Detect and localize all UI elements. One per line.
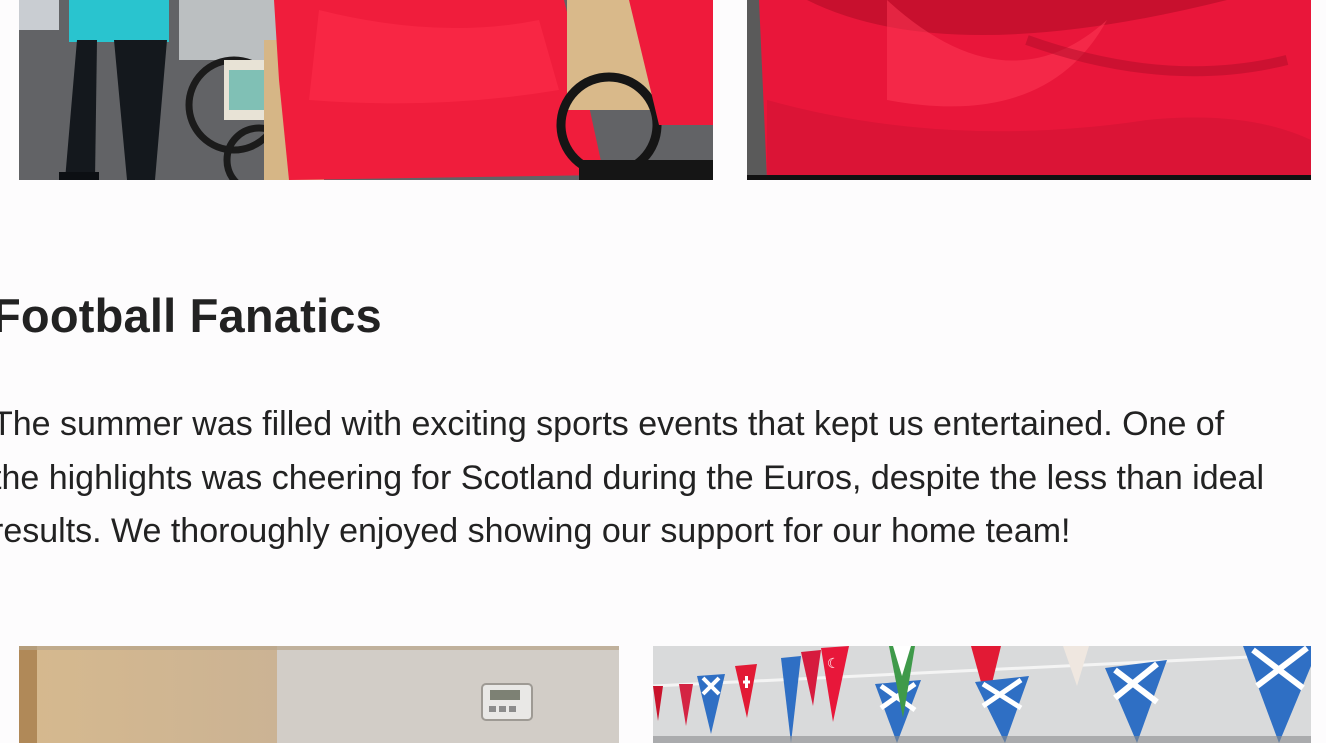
paragraph-line: results. We thoroughly enjoyed showing o… xyxy=(0,512,1071,550)
section-paragraph: The summer was filled with exciting spor… xyxy=(0,398,1326,559)
svg-text:☾: ☾ xyxy=(827,656,840,672)
photo-red-fabric xyxy=(747,0,1311,180)
photo-red-cover-bike xyxy=(19,0,713,180)
paragraph-line: The summer was filled with exciting spor… xyxy=(0,405,1225,443)
photo-flag-bunting: ☾ xyxy=(653,646,1311,743)
section-heading: Football Fanatics xyxy=(0,289,382,342)
paragraph-line: the highlights was cheering for Scotland… xyxy=(0,458,1265,497)
photo-room-wall xyxy=(19,646,619,743)
